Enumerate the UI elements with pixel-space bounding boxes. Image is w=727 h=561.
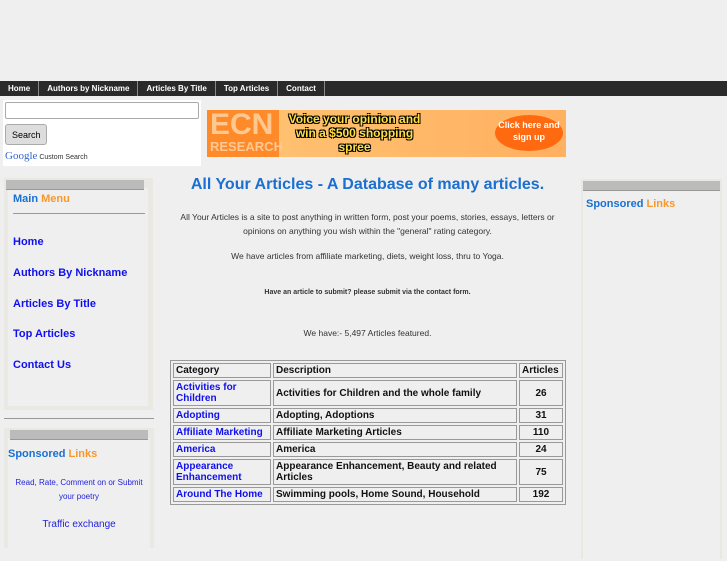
top-nav: Home Authors by Nickname Articles By Tit… [0, 81, 727, 96]
sponsored-link-traffic[interactable]: Traffic exchange [10, 519, 148, 530]
articles-count-cell: 31 [519, 408, 563, 423]
description-cell: America [273, 442, 517, 457]
menu-authors[interactable]: Authors By Nickname [13, 267, 127, 279]
table-row: Adopting Adopting, Adoptions 31 [173, 408, 563, 423]
category-link[interactable]: America [176, 444, 215, 455]
nav-authors[interactable]: Authors by Nickname [39, 81, 139, 96]
category-link[interactable]: Adopting [176, 410, 220, 421]
header-articles: Articles [519, 363, 563, 378]
banner-brand: ECN RESEARCH [210, 110, 283, 154]
title-b: Menu [41, 193, 70, 205]
articles-count-cell: 24 [519, 442, 563, 457]
title-a: Sponsored [586, 198, 644, 210]
banner-cta[interactable]: Click here and sign up [495, 115, 563, 151]
articles-count-cell: 192 [519, 487, 563, 502]
menu-top-articles[interactable]: Top Articles [13, 328, 75, 340]
nav-contact[interactable]: Contact [278, 81, 325, 96]
sponsored-links-box: Sponsored Links Read, Rate, Comment on o… [4, 428, 154, 548]
search-box: Search Google Custom Search [3, 100, 201, 166]
page-title: All Your Articles - A Database of many a… [190, 176, 545, 193]
title-a: Sponsored [8, 448, 66, 460]
description-cell: Activities for Children and the whole fa… [273, 380, 517, 406]
category-cell: Affiliate Marketing [173, 425, 271, 440]
main-content: All Your Articles - A Database of many a… [165, 176, 570, 340]
custom-search-text: Custom Search [39, 154, 88, 161]
ad-banner[interactable]: ECN RESEARCH Voice your opinion and win a… [207, 110, 566, 157]
table-row: Activities for Children Activities for Ch… [173, 380, 563, 406]
description-cell: Swimming pools, Home Sound, Household [273, 487, 517, 502]
category-link[interactable]: Affiliate Marketing [176, 427, 263, 438]
description-cell: Adopting, Adoptions [273, 408, 517, 423]
category-cell: America [173, 442, 271, 457]
topics-text: We have articles from affiliate marketin… [231, 251, 504, 261]
nav-articles-by-title[interactable]: Articles By Title [138, 81, 216, 96]
sponsored-link-poetry[interactable]: Read, Rate, Comment on or Submit your po… [10, 476, 148, 504]
table-row: America America 24 [173, 442, 563, 457]
intro-text: All Your Articles is a site to post anyt… [180, 212, 555, 236]
banner-headline: Voice your opinion and win a $500 shoppi… [288, 112, 421, 154]
article-count: We have:- 5,497 Articles featured. [303, 328, 432, 338]
articles-count-cell: 75 [519, 459, 563, 485]
categories-table: Category Description Articles Activities… [170, 360, 566, 505]
category-link[interactable]: Appearance Enhancement [176, 461, 242, 483]
description-cell: Appearance Enhancement, Beauty and relat… [273, 459, 517, 485]
brand-text: ECN [210, 110, 274, 141]
title-b: Links [646, 198, 676, 210]
main-menu-box: Main Menu Home Authors By Nickname Artic… [4, 178, 153, 410]
title-b: Links [68, 448, 98, 460]
description-cell: Affiliate Marketing Articles [273, 425, 517, 440]
menu-home[interactable]: Home [13, 236, 44, 248]
google-logo: Google [5, 150, 38, 162]
google-custom-search-label: Google Custom Search [5, 150, 88, 162]
articles-count-cell: 110 [519, 425, 563, 440]
header-category: Category [173, 363, 271, 378]
nav-top-articles[interactable]: Top Articles [216, 81, 279, 96]
table-row: Affiliate Marketing Affiliate Marketing A… [173, 425, 563, 440]
title-a: Main [13, 193, 39, 205]
category-cell: Adopting [173, 408, 271, 423]
table-row: Around The Home Swimming pools, Home Soun… [173, 487, 563, 502]
category-cell: Activities for Children [173, 380, 271, 406]
category-link[interactable]: Around The Home [176, 489, 263, 500]
main-menu-title: Main Menu [13, 193, 70, 205]
menu-articles-by-title[interactable]: Articles By Title [13, 298, 96, 310]
nav-home[interactable]: Home [0, 81, 40, 96]
brand-sub: RESEARCH [210, 139, 283, 154]
table-header: Category Description Articles [173, 363, 563, 378]
header-description: Description [273, 363, 517, 378]
articles-count-cell: 26 [519, 380, 563, 406]
category-link[interactable]: Activities for Children [176, 382, 237, 404]
right-sponsored-box: Sponsored Links [581, 179, 722, 561]
divider [4, 418, 154, 419]
search-input[interactable] [5, 102, 199, 119]
sponsored-title: Sponsored Links [8, 448, 97, 460]
table-row: Appearance Enhancement Appearance Enhance… [173, 459, 563, 485]
submit-text: Have an article to submit? please submit… [264, 289, 471, 296]
category-cell: Appearance Enhancement [173, 459, 271, 485]
right-sponsored-title: Sponsored Links [586, 198, 675, 210]
menu-contact[interactable]: Contact Us [13, 359, 71, 371]
category-cell: Around The Home [173, 487, 271, 502]
search-button[interactable]: Search [5, 124, 47, 145]
